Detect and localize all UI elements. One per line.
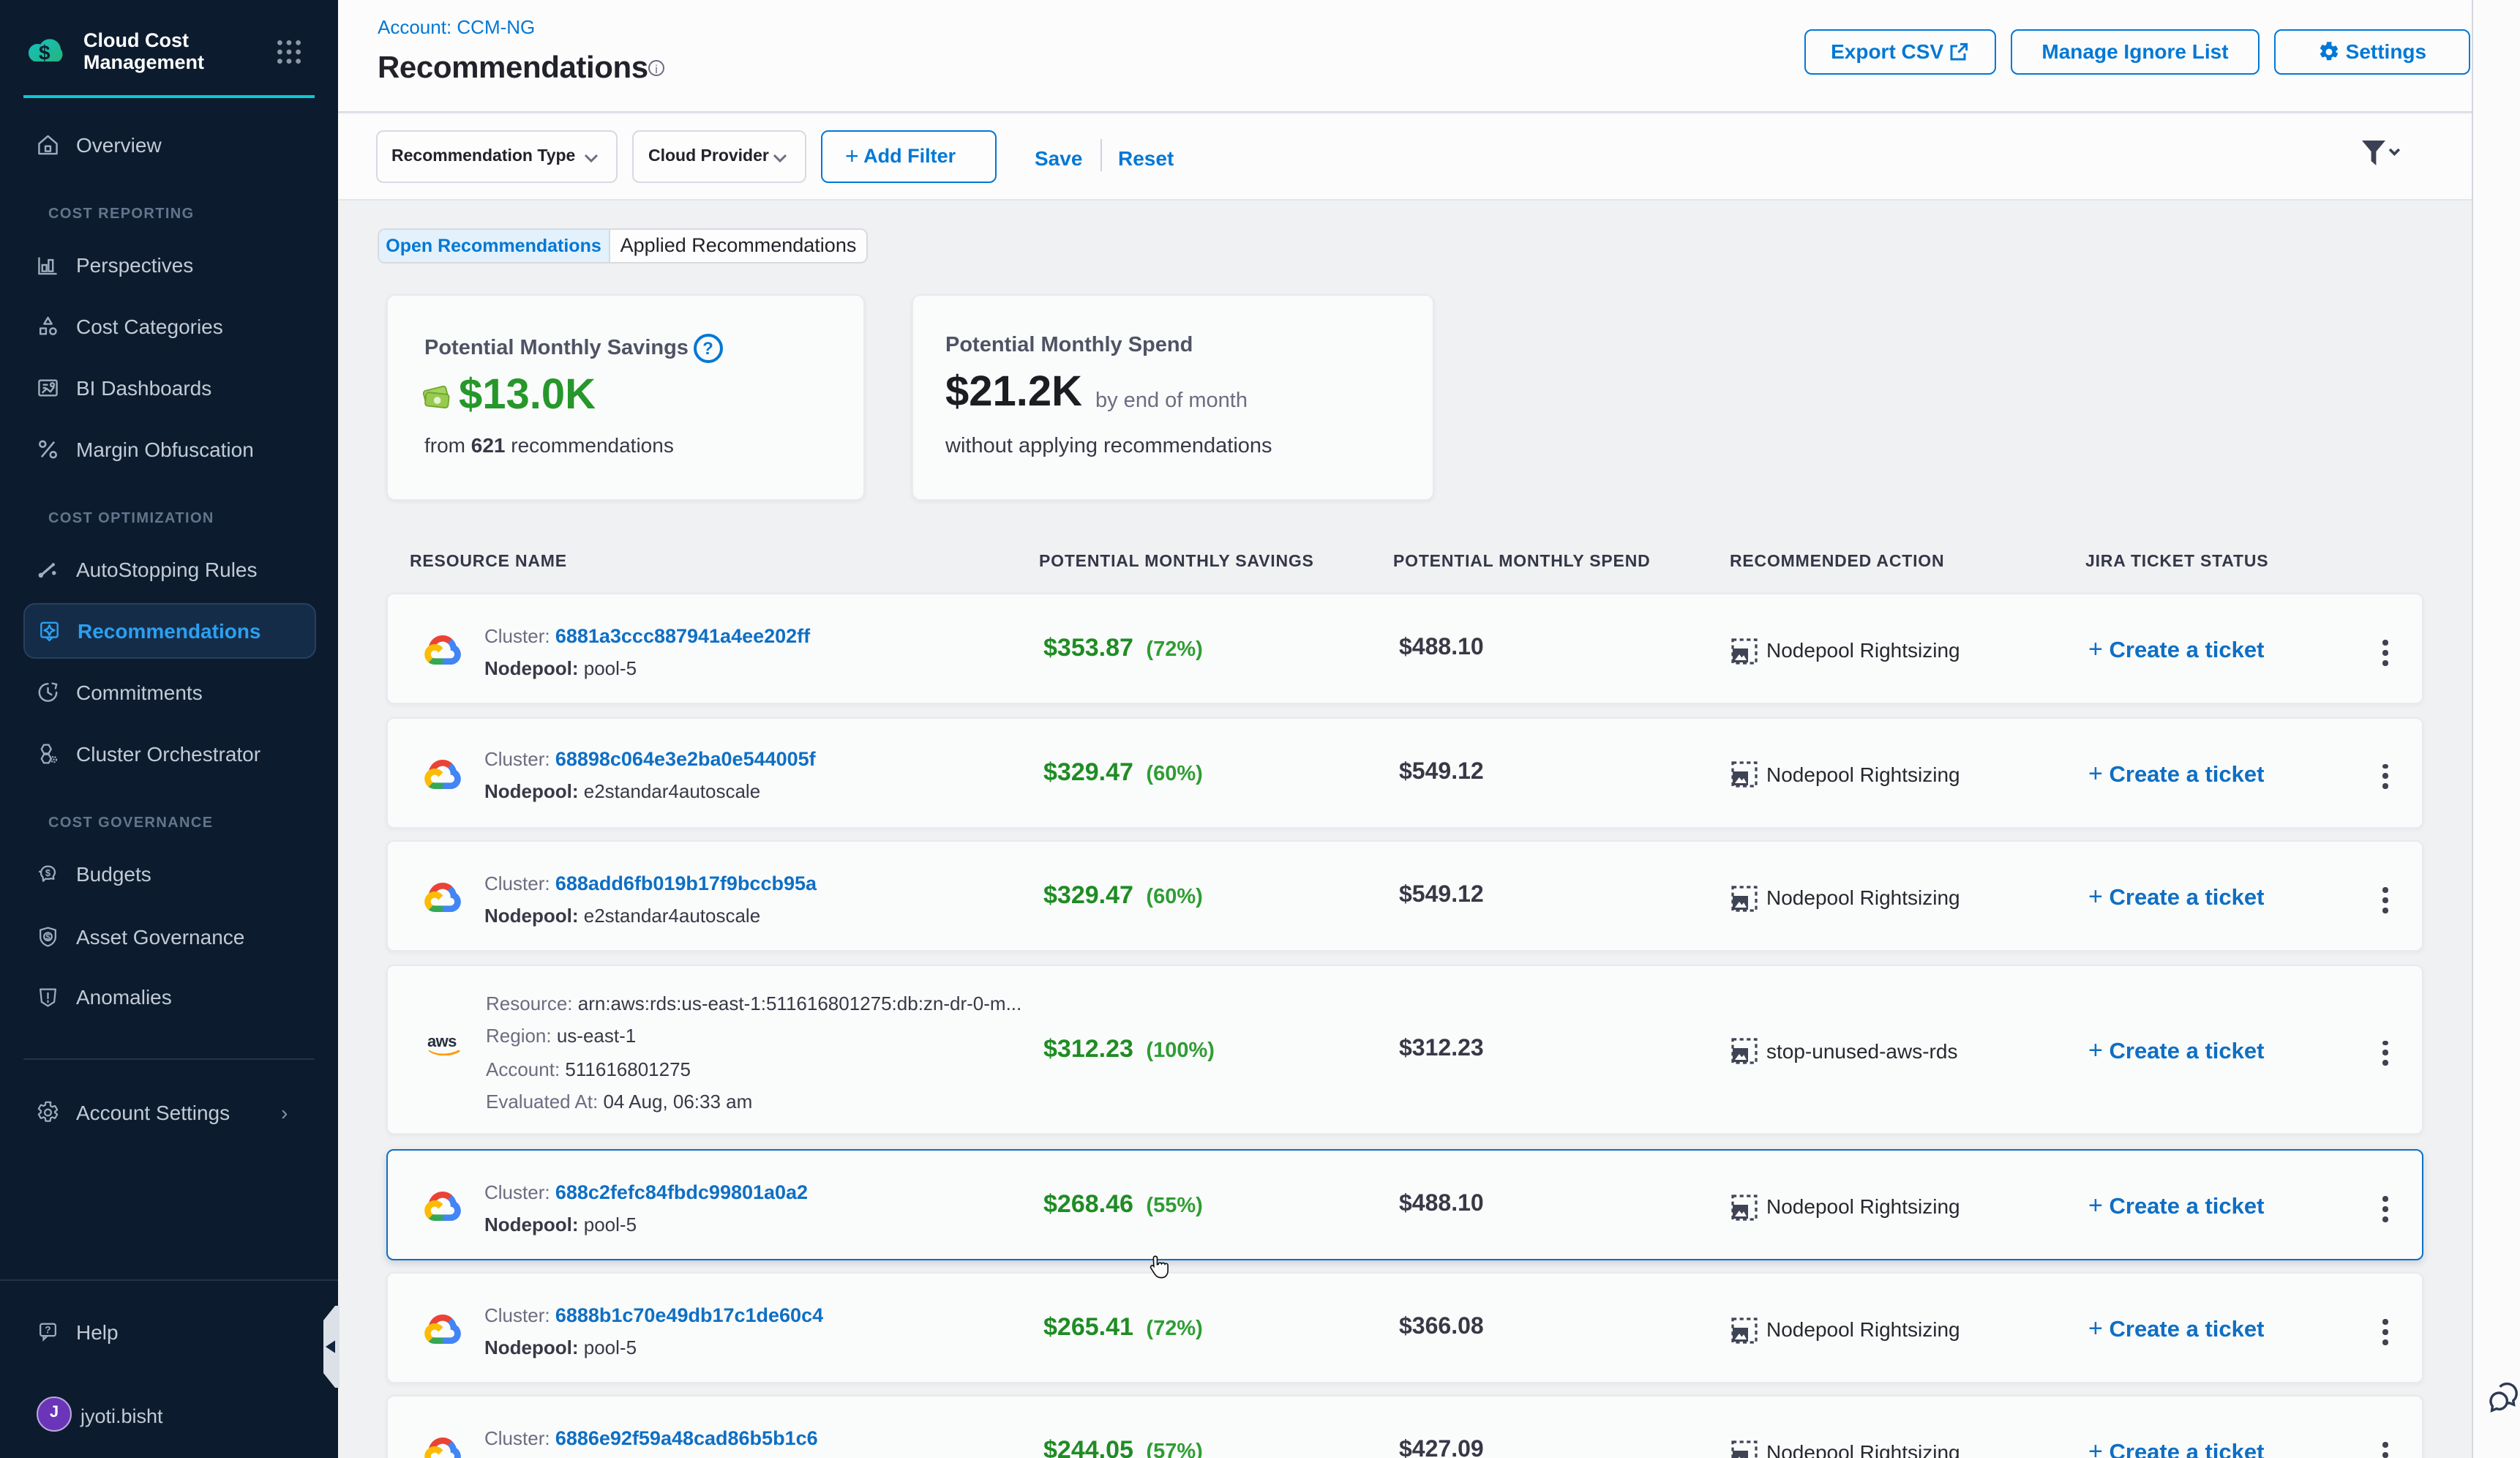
svg-text:aws: aws bbox=[427, 1031, 457, 1050]
svg-text:?: ? bbox=[45, 1324, 50, 1335]
svg-text:$: $ bbox=[45, 932, 50, 941]
svg-text:$: $ bbox=[39, 42, 50, 64]
svg-text:$: $ bbox=[45, 867, 50, 878]
